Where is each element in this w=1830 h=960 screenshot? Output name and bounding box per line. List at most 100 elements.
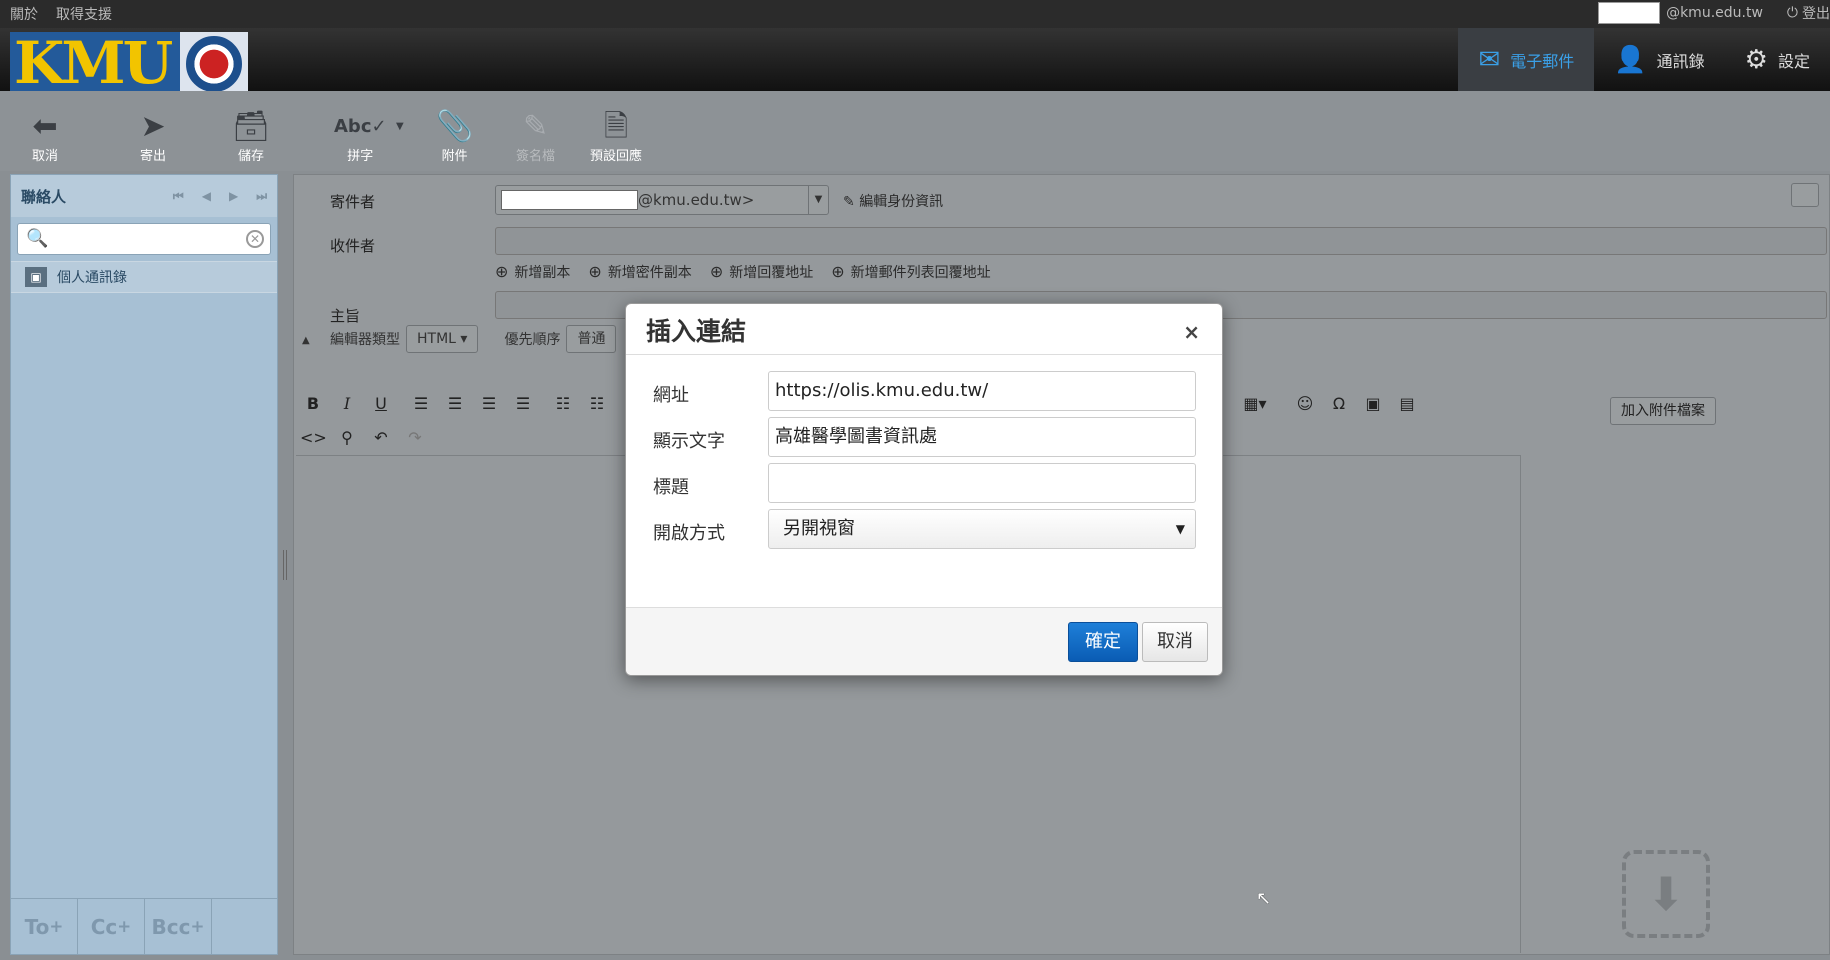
undo-icon[interactable]: ↶ [368, 425, 394, 451]
kmu-logo[interactable]: KMU [10, 32, 248, 95]
ok-button[interactable]: 確定 [1068, 622, 1138, 662]
pencil-icon: ✎ [843, 194, 855, 210]
nav-contacts-label: 通訊錄 [1656, 51, 1705, 71]
send-button[interactable]: ➤ 寄出 [140, 109, 166, 164]
first-page-icon[interactable]: ⏮ [173, 189, 184, 204]
address-book-icon: ▣ [25, 267, 47, 287]
add-cc-button[interactable]: Cc + [78, 899, 145, 954]
attach-button[interactable]: 📎 附件 [436, 109, 473, 164]
find-replace-icon[interactable]: ⚲ [334, 425, 360, 451]
seal-icon [180, 32, 248, 95]
spell-dropdown[interactable]: ▼ [396, 109, 404, 145]
add-header-links: 新增副本 新增密件副本 新增回覆地址 新增郵件列表回覆地址 [495, 262, 991, 282]
source-code-icon[interactable]: <> [300, 425, 327, 451]
image-icon[interactable]: ▣ [1360, 391, 1386, 417]
editor-type-label: 編輯器類型 [330, 332, 400, 348]
align-left-icon[interactable]: ☰ [408, 391, 434, 417]
responses-button[interactable]: 🗎 預設回應 [590, 109, 642, 164]
spell-button[interactable]: Abc✓ 拼字 [334, 109, 387, 164]
contacts-search[interactable]: 🔍 ✕ [17, 223, 271, 255]
support-link[interactable]: 取得支援 [56, 4, 112, 24]
add-bcc-link[interactable]: 新增密件副本 [588, 262, 692, 282]
save-label: 儲存 [238, 149, 265, 164]
caret-down-icon: ▼ [808, 186, 828, 214]
add-cc-link[interactable]: 新增副本 [495, 262, 570, 282]
signature-button[interactable]: ✎ 簽名檔 [516, 109, 555, 164]
clear-search-icon[interactable]: ✕ [246, 230, 264, 248]
nav-settings[interactable]: ⚙ 設定 [1725, 28, 1830, 91]
caret-down-icon: ▼ [1175, 522, 1185, 536]
bold-icon[interactable]: B [300, 391, 326, 417]
document-icon: 🗎 [603, 109, 629, 144]
paper-plane-icon: ➤ [140, 109, 166, 144]
edit-identity-label: 編輯身份資訊 [859, 194, 944, 210]
caret-down-icon: ▼ [396, 121, 404, 132]
editor-type-select[interactable]: HTML ▾ [406, 325, 479, 353]
underline-icon[interactable]: U [368, 391, 394, 417]
nav-contacts[interactable]: 👤 通訊錄 [1594, 28, 1724, 91]
drop-zone-download-icon[interactable]: ⬇ [1622, 850, 1710, 938]
from-user-redacted [501, 190, 638, 210]
justify-icon[interactable]: ☰ [510, 391, 536, 417]
pane-splitter[interactable] [283, 550, 287, 580]
emoticon-icon[interactable]: ☺ [1292, 391, 1318, 417]
display-text-label: 顯示文字 [653, 431, 725, 452]
search-icon: 🔍 [26, 228, 49, 249]
logout-button[interactable]: ⏻ 登出 [1787, 3, 1830, 23]
nav-mail[interactable]: ✉ 電子郵件 [1458, 28, 1595, 91]
spell-label: 拼字 [347, 149, 374, 164]
add-followup-to-link[interactable]: 新增郵件列表回覆地址 [831, 262, 991, 282]
last-page-icon[interactable]: ⏭ [256, 189, 267, 204]
numbered-list-icon[interactable]: ☷ [584, 391, 610, 417]
restore-icon[interactable] [1791, 183, 1819, 207]
collapse-headers-icon[interactable]: ▲ [302, 335, 310, 346]
align-right-icon[interactable]: ☰ [476, 391, 502, 417]
target-label: 開啟方式 [653, 523, 725, 544]
address-book-item[interactable]: ▣ 個人通訊錄 [11, 261, 277, 293]
contacts-sidebar: 聯絡人 ⏮ ◀ ▶ ⏭ 🔍 ✕ ▣ 個人通訊錄 To + Cc + Bcc + [10, 174, 278, 955]
mouse-cursor-icon: ↖ [1256, 888, 1272, 909]
add-reply-to-link[interactable]: 新增回覆地址 [710, 262, 813, 282]
add-bcc-button[interactable]: Bcc + [145, 899, 212, 954]
recipient-buttons: To + Cc + Bcc + [11, 898, 277, 954]
from-select[interactable]: @kmu.edu.tw> ▼ [495, 185, 829, 215]
bullet-list-icon[interactable]: ☷ [550, 391, 576, 417]
save-box-icon: 🗃 [232, 109, 271, 144]
cancel-button[interactable]: ⬅ 取消 [32, 109, 58, 164]
special-char-icon[interactable]: Ω [1326, 391, 1352, 417]
next-page-icon[interactable]: ▶ [229, 189, 238, 204]
close-icon[interactable]: × [1183, 320, 1200, 344]
display-text-row: 顯示文字 高雄醫學圖書資訊處 [626, 417, 1222, 457]
to-input[interactable] [495, 227, 1827, 255]
dialog-cancel-button[interactable]: 取消 [1142, 622, 1208, 662]
priority-value: 普通 [577, 331, 606, 347]
editor-type-value: HTML [417, 331, 456, 347]
save-button[interactable]: 🗃 儲存 [232, 109, 270, 164]
about-link[interactable]: 關於 [10, 4, 38, 24]
target-select[interactable]: 另開視窗 ▼ [768, 509, 1196, 549]
redo-icon[interactable]: ↷ [402, 425, 428, 451]
to-label: To [24, 914, 50, 939]
display-text-input[interactable]: 高雄醫學圖書資訊處 [768, 417, 1196, 457]
username-redacted [1598, 2, 1661, 24]
dialog-footer: 確定 取消 [626, 607, 1222, 675]
priority-select[interactable]: 普通 [566, 325, 617, 353]
edit-identity-link[interactable]: ✎ 編輯身份資訊 [843, 191, 943, 211]
from-value: @kmu.edu.tw> [638, 191, 755, 209]
spellcheck-icon: Abc✓ [334, 116, 387, 137]
table-icon[interactable]: ▦▾ [1242, 391, 1268, 417]
pen-icon: ✎ [522, 109, 549, 144]
link-title-row: 標題 [626, 463, 1222, 503]
media-icon[interactable]: ▤ [1394, 391, 1420, 417]
align-center-icon[interactable]: ☰ [442, 391, 468, 417]
add-to-button[interactable]: To + [11, 899, 78, 954]
italic-icon[interactable]: I [334, 391, 360, 417]
url-row: 網址 https://olis.kmu.edu.tw/ [626, 371, 1222, 411]
contacts-header: 聯絡人 ⏮ ◀ ▶ ⏭ [11, 175, 277, 217]
back-arrow-icon: ⬅ [32, 109, 58, 144]
prev-page-icon[interactable]: ◀ [202, 189, 211, 204]
target-value: 另開視窗 [783, 518, 855, 539]
add-attachment-button[interactable]: 加入附件檔案 [1610, 397, 1716, 425]
link-title-input[interactable] [768, 463, 1196, 503]
url-input[interactable]: https://olis.kmu.edu.tw/ [768, 371, 1196, 411]
